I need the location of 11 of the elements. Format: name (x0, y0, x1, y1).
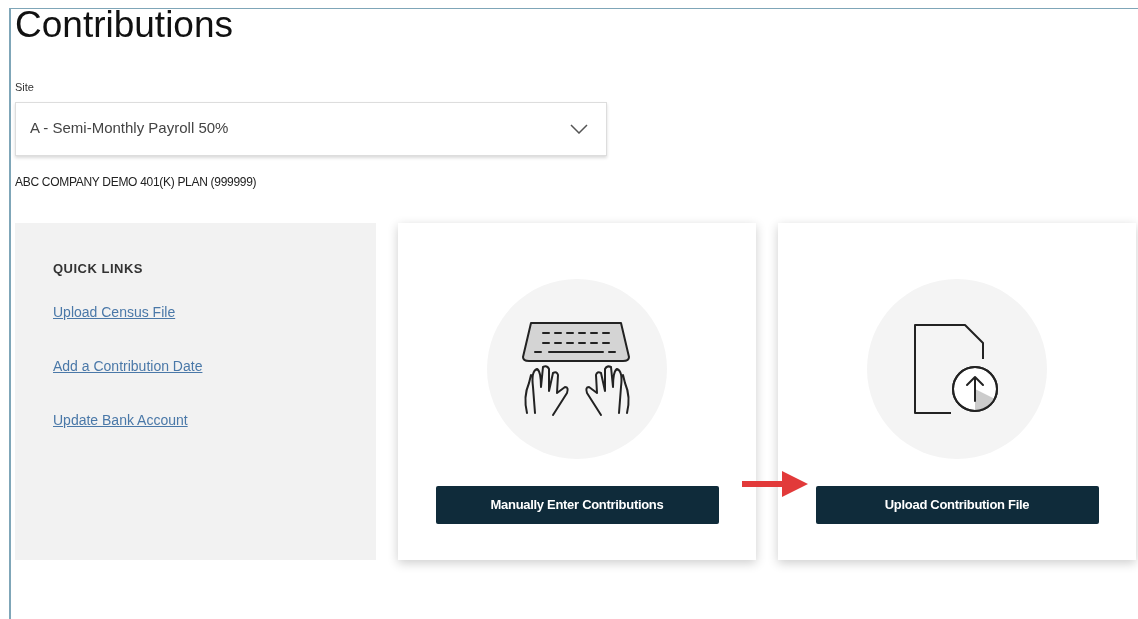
page-title: Contributions (15, 5, 233, 45)
quick-link[interactable]: Update Bank Account (53, 410, 188, 431)
quick-links-heading: QUICK LINKS (53, 259, 143, 278)
action-button[interactable]: Manually Enter Contributions (435, 485, 719, 524)
site-dropdown[interactable]: A - Semi-Monthly Payroll 50% (15, 101, 607, 156)
chevron-down-icon (570, 123, 588, 134)
quick-link[interactable]: Add a Contribution Date (53, 356, 203, 377)
quick-link[interactable]: Upload Census File (53, 302, 176, 323)
plan-name: ABC COMPANY DEMO 401(K) PLAN (999999) (15, 173, 257, 191)
action-button[interactable]: Upload Contribution File (815, 485, 1099, 524)
field-label: Site (15, 80, 34, 95)
